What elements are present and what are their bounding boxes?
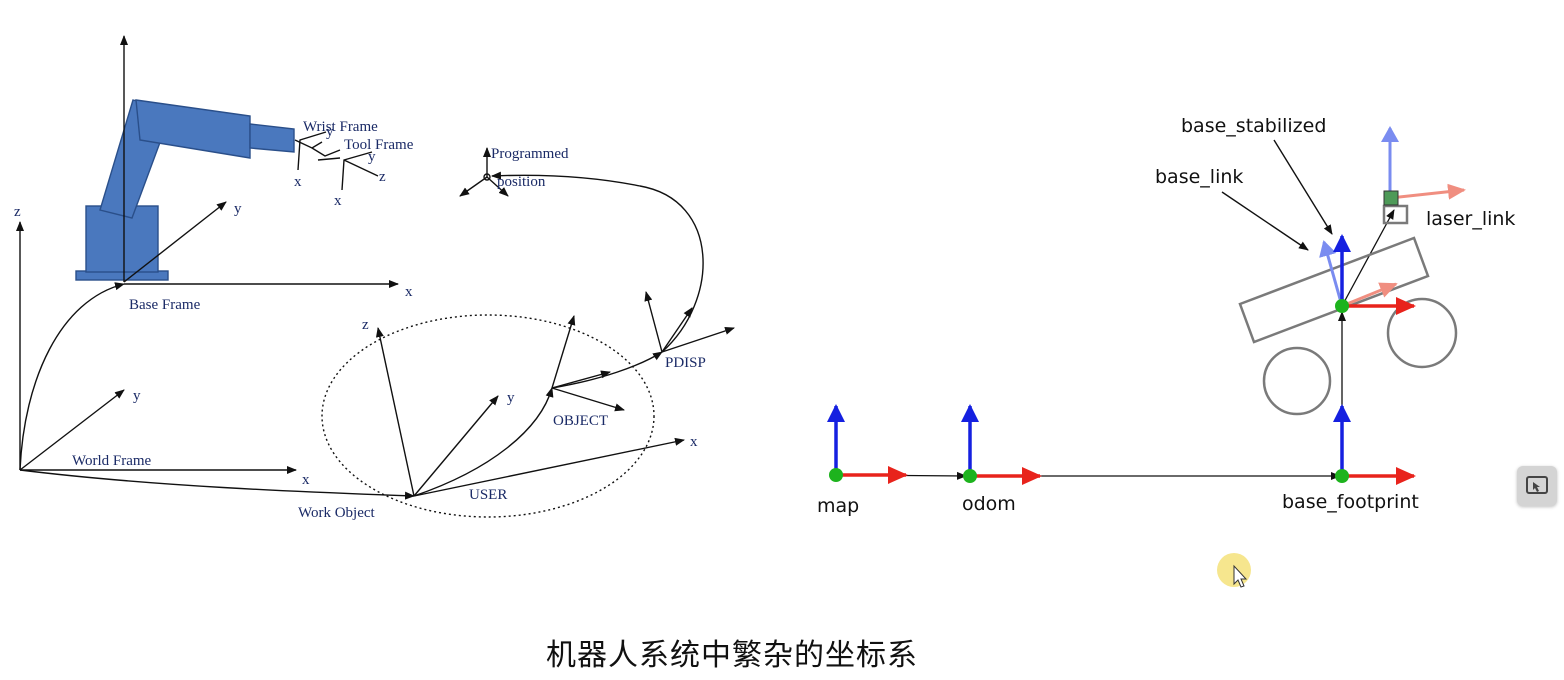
base-stabilized-label: base_stabilized [1181,115,1326,137]
axis-label-x: x [302,472,310,488]
mouse-cursor-icon [1217,553,1251,588]
tool-frame-label: Tool Frame [344,137,414,153]
axis-label-y: y [234,201,242,217]
base-stabilized-frame [1333,234,1416,315]
robot-arm-diagram [16,35,735,518]
axis-label-z: z [14,204,21,220]
axis-label-y: y [368,149,376,165]
diagram-canvas: Wrist Frame Tool Frame Base Frame World … [14,35,1515,588]
axis-label-x: x [334,193,342,209]
user-label: USER [469,487,507,503]
screen-pointer-icon [1526,476,1548,494]
laser-link-label: laser_link [1426,208,1515,230]
world-frame-label: World Frame [72,453,152,469]
odom-frame [961,404,1042,485]
object-label: OBJECT [553,413,608,429]
map-frame [827,404,908,484]
axis-label-z: z [362,317,369,333]
axis-label-y: y [133,388,141,404]
map-label: map [817,495,859,517]
base-link-label: base_link [1155,166,1243,188]
position-label: position [497,174,546,190]
robot-arm-figure [75,99,341,281]
ros-tf-diagram: map odom base_footprint base_link base_s… [817,115,1515,517]
programmed-label: Programmed [491,146,569,162]
axis-label-x: x [690,434,698,450]
axis-label-y: y [326,124,334,140]
axis-label-x: x [405,284,413,300]
figure-caption: 机器人系统中繁杂的坐标系 [546,638,918,673]
odom-label: odom [962,493,1016,515]
laser-link-frame [1381,126,1466,206]
pdisp-label: PDISP [665,355,706,371]
axis-label-y: y [507,390,515,406]
axis-label-x: x [294,174,302,190]
side-action-button[interactable] [1517,466,1557,506]
base-frame-label: Base Frame [129,297,201,313]
base-footprint-frame [1333,404,1416,485]
wrist-frame-label: Wrist Frame [303,119,378,135]
base-footprint-label: base_footprint [1282,491,1419,513]
robot-body [1238,204,1458,416]
work-object-label: Work Object [298,505,376,521]
axis-label-z: z [379,169,386,185]
